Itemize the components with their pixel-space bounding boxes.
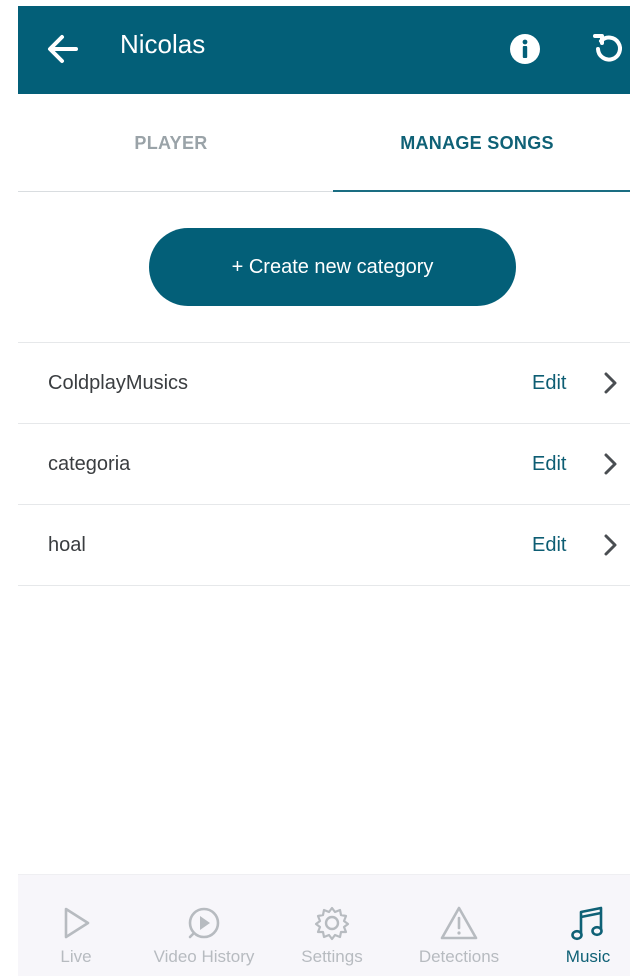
bottom-navigation: Live Video History Settings Detections M…	[18, 874, 630, 976]
nav-live[interactable]: Live	[38, 875, 114, 976]
page-title: Nicolas	[120, 29, 206, 59]
nav-label: Settings	[301, 947, 363, 966]
refresh-icon	[593, 34, 622, 62]
info-icon	[510, 34, 540, 64]
category-name: ColdplayMusics	[48, 372, 189, 394]
chevron-right-icon[interactable]	[600, 370, 620, 396]
back-button[interactable]	[40, 26, 86, 72]
warning-icon	[440, 906, 478, 940]
chevron-right-icon[interactable]	[600, 532, 620, 558]
arrow-left-icon	[48, 35, 78, 63]
tab-player[interactable]: PLAYER	[18, 94, 324, 192]
edit-button[interactable]: Edit	[532, 533, 566, 557]
app-screen: Nicolas PLAYER MANAGE SONGS + Create new…	[18, 6, 630, 976]
category-item[interactable]: ColdplayMusics Edit	[18, 343, 630, 424]
category-item[interactable]: hoal Edit	[18, 505, 630, 586]
gear-icon	[314, 906, 350, 941]
nav-video-history[interactable]: Video History	[142, 875, 266, 976]
chevron-right-icon[interactable]	[600, 451, 620, 477]
create-category-button[interactable]: + Create new category	[149, 228, 516, 306]
category-item[interactable]: categoria Edit	[18, 424, 630, 505]
nav-detections[interactable]: Detections	[406, 875, 512, 976]
nav-label: Music	[565, 947, 611, 966]
nav-settings[interactable]: Settings	[288, 875, 376, 976]
top-app-bar: Nicolas	[18, 6, 630, 94]
play-icon	[64, 907, 90, 939]
refresh-button[interactable]	[586, 26, 630, 72]
music-note-icon	[571, 906, 603, 941]
category-list: ColdplayMusics Edit categoria Edit hoal …	[18, 342, 630, 586]
edit-button[interactable]: Edit	[532, 452, 566, 476]
active-tab-indicator	[333, 190, 630, 192]
nav-music[interactable]: Music	[552, 875, 624, 976]
nav-label: Video History	[153, 947, 255, 966]
tab-bar: PLAYER MANAGE SONGS	[18, 94, 630, 192]
category-name: categoria	[48, 453, 131, 475]
tab-manage-songs[interactable]: MANAGE SONGS	[324, 94, 630, 192]
edit-button[interactable]: Edit	[532, 371, 566, 395]
nav-label: Detections	[418, 947, 500, 966]
info-button[interactable]	[502, 26, 548, 72]
nav-label: Live	[60, 947, 92, 966]
category-name: hoal	[48, 534, 86, 556]
video-history-icon	[188, 907, 220, 939]
